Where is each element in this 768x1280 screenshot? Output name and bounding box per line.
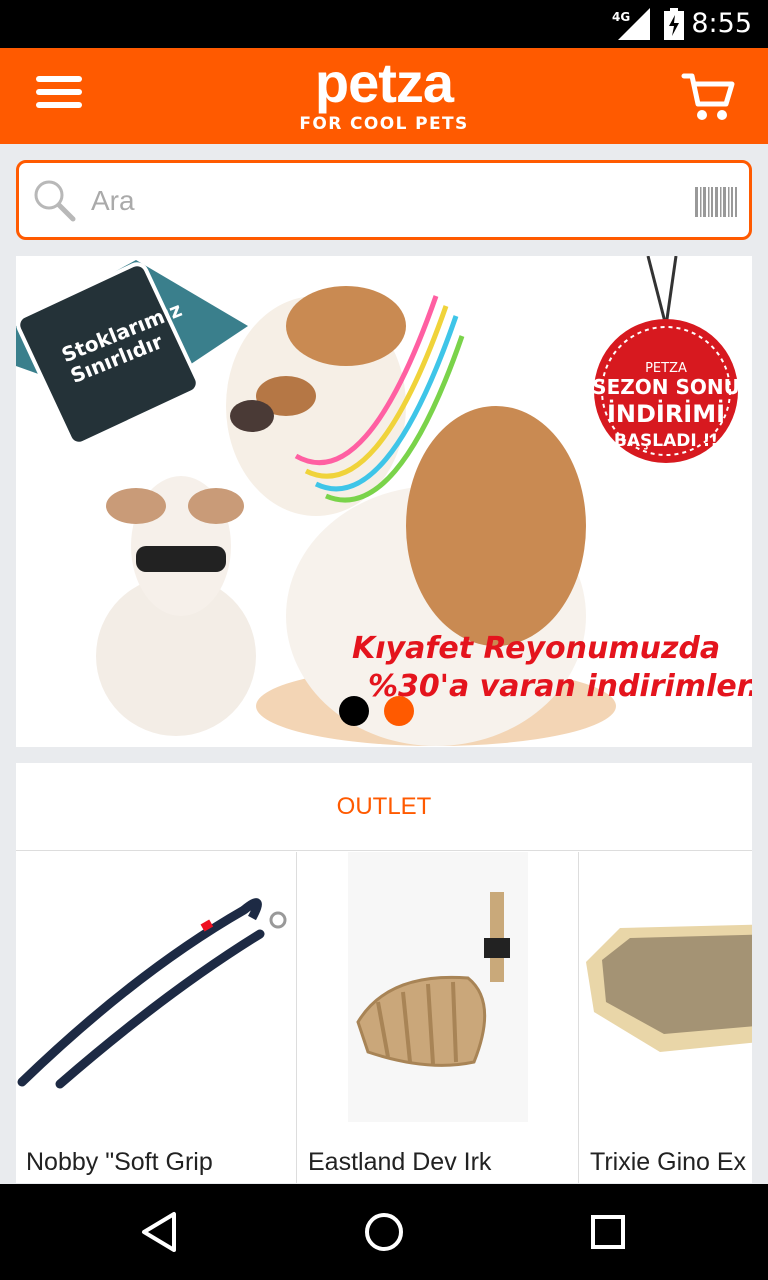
product-title: Eastland Dev Irk [308, 1148, 492, 1176]
clock: 8:55 [691, 8, 752, 39]
battery-icon [664, 8, 684, 40]
carousel-dot-2-active[interactable] [384, 696, 414, 726]
app-header: petza FOR COOL PETS [0, 48, 768, 144]
logo-brand: petza [314, 51, 454, 114]
back-icon[interactable] [136, 1208, 184, 1256]
promo-line1: Kıyafet Reyonumuzda [352, 631, 720, 666]
outlet-section: OUTLET Nobby "Soft Grip Eastland Dev Irk [16, 763, 752, 1183]
tag-line3: İNDİRİMİ [607, 399, 725, 428]
outlet-product-list[interactable]: Nobby "Soft Grip Eastland Dev Irk Trixie… [16, 852, 752, 1183]
home-icon[interactable] [360, 1208, 408, 1256]
cart-icon[interactable] [680, 68, 736, 124]
product-card[interactable]: Eastland Dev Irk [298, 852, 579, 1183]
hamburger-menu-icon[interactable] [36, 76, 82, 116]
product-title: Trixie Gino Ex [590, 1148, 747, 1176]
product-card[interactable]: Nobby "Soft Grip [16, 852, 297, 1183]
tag-line4: BAŞLADI !! [614, 431, 718, 451]
system-navigation-bar [0, 1184, 768, 1280]
status-bar: 4G 8:55 [0, 0, 768, 48]
outlet-title[interactable]: OUTLET [16, 763, 752, 851]
search-icon [34, 180, 76, 222]
barcode-scanner-icon[interactable] [695, 187, 737, 217]
petza-logo[interactable]: petza FOR COOL PETS [292, 52, 476, 142]
recents-icon[interactable] [584, 1208, 632, 1256]
product-card[interactable]: Trixie Gino Ex [580, 852, 752, 1183]
signal-icon: 4G [612, 8, 650, 40]
product-image-muzzle [348, 852, 528, 1122]
product-image-leash [17, 898, 287, 1089]
network-type: 4G [612, 10, 630, 24]
search-bar[interactable] [16, 160, 752, 240]
promo-line2: %30'a varan indirimler.. [368, 669, 752, 704]
tag-line2: SEZON SONU [592, 375, 740, 399]
promo-banner-carousel[interactable]: Stoklarımız Sınırlıdır PETZA SEZON SONU … [16, 256, 752, 747]
search-input[interactable] [91, 177, 671, 225]
product-image-bed [586, 924, 752, 1052]
tag-line1: PETZA [645, 361, 687, 376]
logo-tagline: FOR COOL PETS [299, 114, 469, 134]
product-title: Nobby "Soft Grip [26, 1148, 213, 1176]
banner-image: Stoklarımız Sınırlıdır PETZA SEZON SONU … [16, 256, 752, 747]
carousel-dot-1[interactable] [339, 696, 369, 726]
